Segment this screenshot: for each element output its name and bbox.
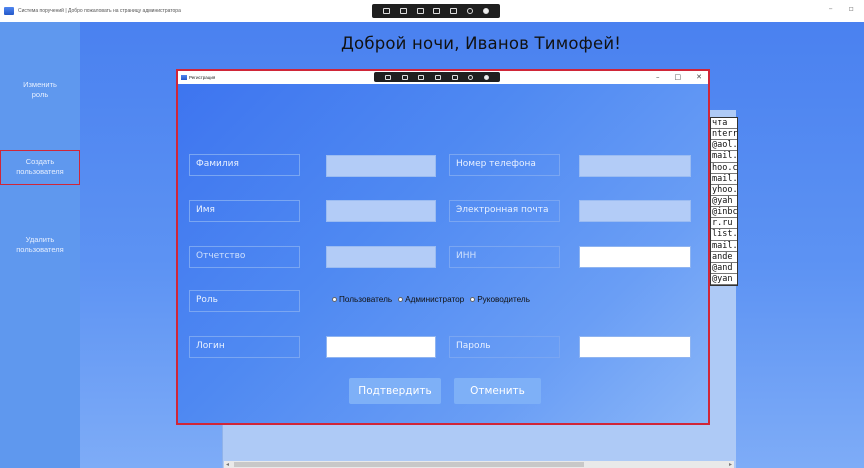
table-cell[interactable]: list.r (711, 229, 737, 241)
role-label: Роль (189, 290, 300, 312)
phone-label: Номер телефона (449, 154, 560, 176)
sidebar-item-label: Удалить (25, 235, 55, 244)
email-column: чта nterr @aol.c mail. hoo.c mail.c yhoo… (710, 117, 738, 287)
dialog-app-icon (181, 75, 187, 80)
role-option-user[interactable]: Пользователь (332, 295, 392, 304)
capture-region-icon[interactable] (434, 74, 441, 80)
minimize-icon[interactable]: – (656, 72, 660, 83)
surname-field[interactable] (326, 155, 436, 177)
capture-monitor-icon[interactable] (416, 8, 424, 14)
capture-check-icon[interactable] (483, 74, 489, 80)
registration-dialog: Регистрация – □ ✕ Фамилия Номер телефона… (176, 69, 710, 425)
role-option-label: Администратор (405, 295, 465, 304)
table-cell[interactable]: mail. (711, 151, 737, 163)
table-cell[interactable]: @and (711, 263, 737, 274)
inn-label: ИНН (449, 246, 560, 268)
role-option-label: Руководитель (477, 295, 530, 304)
maximize-icon[interactable]: ▫ (849, 4, 854, 13)
sidebar-item-create-user[interactable]: Создать пользователя (0, 150, 80, 185)
capture-video-icon[interactable] (451, 74, 458, 80)
capture-video-icon[interactable] (450, 8, 458, 14)
main-titlebar: Система поручений | Добро пожаловать на … (0, 0, 864, 22)
window-controls: – ▫ (829, 4, 854, 13)
email-label: Электронная почта (449, 200, 560, 222)
capture-check-icon[interactable] (482, 8, 489, 14)
sidebar-item-label: пользователя (16, 167, 64, 176)
role-option-manager[interactable]: Руководитель (470, 295, 530, 304)
capture-region-icon[interactable] (433, 8, 441, 14)
sidebar-item-label: Создать (25, 157, 55, 166)
radio-button[interactable] (470, 297, 476, 302)
table-cell[interactable]: mail. (711, 241, 737, 252)
table-cell[interactable]: hoo.c (711, 163, 737, 174)
name-field[interactable] (326, 200, 436, 222)
scroll-left-icon[interactable]: ◂ (226, 461, 229, 468)
cancel-button[interactable]: Отменить (454, 378, 541, 404)
role-option-admin[interactable]: Администратор (398, 295, 464, 304)
app-icon (4, 7, 14, 15)
capture-window-icon[interactable] (385, 74, 392, 80)
sidebar: Изменить роль Создать пользователя Удали… (0, 22, 80, 468)
dialog-window-controls: – □ ✕ (656, 72, 702, 83)
email-field[interactable] (579, 200, 691, 222)
sidebar-item-label: Изменить (23, 80, 57, 89)
surname-label: Фамилия (189, 154, 300, 176)
greeting-heading: Доброй ночи, Иванов Тимофей! (340, 34, 622, 53)
capture-settings-icon[interactable] (467, 8, 474, 14)
window-title: Система поручений | Добро пожаловать на … (18, 8, 181, 14)
table-cell[interactable]: @yan (711, 274, 737, 286)
radio-button[interactable] (332, 297, 337, 302)
table-cell[interactable]: @yah (711, 196, 737, 208)
table-cell[interactable]: mail.c (711, 174, 737, 185)
name-label: Имя (189, 200, 300, 222)
sidebar-item-label: пользователя (16, 245, 64, 254)
capture-monitor-icon[interactable] (418, 74, 425, 80)
table-cell[interactable]: чта (711, 118, 737, 130)
table-cell[interactable]: @inbc (711, 207, 737, 219)
table-cell[interactable]: yhoo. (711, 185, 737, 196)
maximize-icon[interactable]: □ (675, 72, 682, 83)
dialog-titlebar: Регистрация – □ ✕ (178, 71, 708, 84)
dialog-capture-toolbar[interactable] (374, 72, 500, 82)
capture-rect-icon[interactable] (399, 8, 407, 14)
table-cell[interactable]: r.ru (711, 218, 737, 230)
confirm-button[interactable]: Подтвердить (349, 378, 441, 404)
capture-window-icon[interactable] (382, 8, 390, 14)
patronymic-field[interactable] (326, 246, 436, 268)
radio-button[interactable] (398, 297, 404, 302)
login-field[interactable] (326, 336, 436, 358)
patronymic-label: Отчетство (189, 246, 300, 268)
role-radio-group: Пользователь Администратор Руководитель (332, 295, 530, 304)
scroll-right-icon[interactable]: ▸ (729, 461, 732, 468)
table-cell[interactable]: @aol.c (711, 140, 737, 152)
close-icon[interactable]: ✕ (696, 72, 702, 83)
sidebar-item-label: роль (31, 90, 49, 99)
phone-field[interactable] (579, 155, 691, 177)
password-label: Пароль (449, 336, 560, 358)
capture-settings-icon[interactable] (468, 74, 474, 80)
login-label: Логин (189, 336, 300, 358)
table-cell[interactable]: ande (711, 252, 737, 263)
scrollbar-thumb[interactable] (234, 462, 584, 467)
role-option-label: Пользователь (339, 295, 393, 304)
password-field[interactable] (579, 336, 691, 358)
sidebar-item-delete-user[interactable]: Удалить пользователя (0, 235, 80, 255)
minimize-icon[interactable]: – (829, 4, 833, 13)
horizontal-scrollbar[interactable]: ◂ ▸ (224, 461, 734, 468)
capture-rect-icon[interactable] (401, 74, 408, 80)
dialog-title: Регистрация (189, 75, 216, 80)
capture-toolbar[interactable] (372, 4, 500, 18)
sidebar-item-change-role[interactable]: Изменить роль (0, 80, 80, 100)
table-cell[interactable]: nterr (711, 129, 737, 141)
inn-field[interactable] (579, 246, 691, 268)
